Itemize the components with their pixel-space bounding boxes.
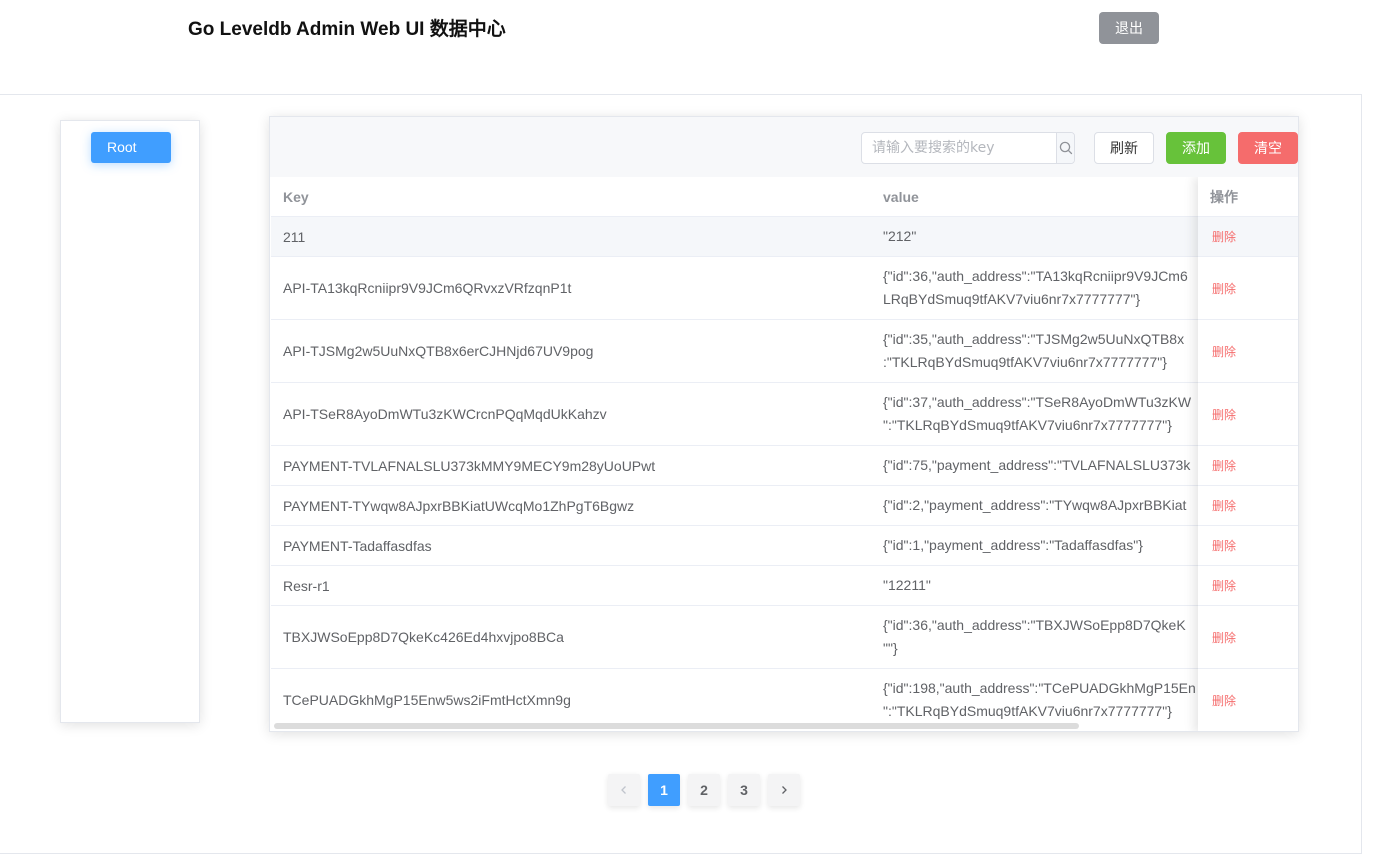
delete-link[interactable]: 删除 <box>1212 629 1236 646</box>
data-table: Key value 211 "212" API-TA13kqRcniipr9V9JC… <box>271 177 1298 731</box>
value-cell: {"id":1,"payment_address":"Tadaffasdfas"… <box>883 526 1201 565</box>
value-line: {"id":37,"auth_address":"TSeR8AyoDmWTu3z… <box>883 394 1192 410</box>
value-cell: {"id":198,"auth_address":"TCePUADGkhMgP1… <box>883 669 1201 731</box>
value-line: :"TKLRqBYdSmuq9tfAKV7viu6nr7x7777777"} <box>883 354 1167 370</box>
value-cell: {"id":2,"payment_address":"TYwqw8AJpxrBB… <box>883 486 1201 525</box>
action-cell: 删除 <box>1198 606 1298 669</box>
value-line: {"id":36,"auth_address":"TA13kqRcniipr9V… <box>883 268 1188 284</box>
value-cell: {"id":37,"auth_address":"TSeR8AyoDmWTu3z… <box>883 383 1201 445</box>
value-cell: {"id":36,"auth_address":"TA13kqRcniipr9V… <box>883 257 1201 319</box>
value-cell: {"id":75,"payment_address":"TVLAFNALSLU3… <box>883 446 1201 485</box>
prev-page-button[interactable] <box>608 774 640 806</box>
table-row: PAYMENT-Tadaffasdfas {"id":1,"payment_add… <box>271 526 1298 566</box>
value-line: {"id":198,"auth_address":"TCePUADGkhMgP1… <box>883 680 1196 696</box>
page-button-1[interactable]: 1 <box>648 774 680 806</box>
search-input[interactable] <box>862 133 1056 163</box>
add-button[interactable]: 添加 <box>1166 132 1226 164</box>
horizontal-scrollbar[interactable] <box>274 723 1079 729</box>
action-cell: 删除 <box>1198 669 1298 731</box>
value-line: {"id":1,"payment_address":"Tadaffasdfas"… <box>883 537 1143 553</box>
action-cell: 删除 <box>1198 486 1298 526</box>
chevron-right-icon <box>782 786 787 794</box>
data-panel: 刷新 添加 清空 Key value 211 "212" API-TA13kqRcn… <box>269 116 1299 732</box>
value-line: {"id":36,"auth_address":"TBXJWSoEpp8D7Qk… <box>883 617 1186 633</box>
key-cell: Resr-r1 <box>283 577 330 594</box>
page-button-2[interactable]: 2 <box>688 774 720 806</box>
key-cell: PAYMENT-TYwqw8AJpxrBBKiatUWcqMo1ZhPgT6Bg… <box>283 497 635 514</box>
delete-link[interactable]: 删除 <box>1212 497 1236 514</box>
table-row: PAYMENT-TVLAFNALSLU373kMMY9MECY9m28yUoUP… <box>271 446 1298 486</box>
value-cell: {"id":36,"auth_address":"TBXJWSoEpp8D7Qk… <box>883 606 1201 668</box>
column-header-value: value <box>883 189 919 205</box>
app-title: Go Leveldb Admin Web UI 数据中心 <box>188 19 506 40</box>
value-line: {"id":2,"payment_address":"TYwqw8AJpxrBB… <box>883 497 1187 513</box>
value-line: {"id":35,"auth_address":"TJSMg2w5UuNxQTB… <box>883 331 1185 347</box>
chevron-left-icon <box>621 786 626 794</box>
table-row: API-TSeR8AyoDmWTu3zKWCrcnPQqMqdUkKahzv {"… <box>271 383 1298 446</box>
table-row: PAYMENT-TYwqw8AJpxrBBKiatUWcqMo1ZhPgT6Bg… <box>271 486 1298 526</box>
action-cell: 删除 <box>1198 320 1298 383</box>
action-cell: 删除 <box>1198 383 1298 446</box>
table-row: API-TJSMg2w5UuNxQTB8x6erCJHNjd67UV9pog {"… <box>271 320 1298 383</box>
search-icon <box>1059 141 1072 155</box>
refresh-button[interactable]: 刷新 <box>1094 132 1154 164</box>
table-row: API-TA13kqRcniipr9V9JCm6QRvxzVRfzqnP1t {"… <box>271 257 1298 320</box>
action-cell: 删除 <box>1198 526 1298 566</box>
pagination: 1 2 3 <box>608 774 800 806</box>
delete-link[interactable]: 删除 <box>1212 280 1236 297</box>
action-cell: 删除 <box>1198 446 1298 486</box>
key-cell: API-TSeR8AyoDmWTu3zKWCrcnPQqMqdUkKahzv <box>283 406 607 422</box>
clear-button[interactable]: 清空 <box>1238 132 1298 164</box>
search-button[interactable] <box>1056 133 1074 163</box>
key-cell: PAYMENT-TVLAFNALSLU373kMMY9MECY9m28yUoUP… <box>283 457 656 474</box>
delete-link[interactable]: 删除 <box>1212 228 1236 245</box>
value-line: "212" <box>883 228 917 244</box>
key-cell: API-TA13kqRcniipr9V9JCm6QRvxzVRfzqnP1t <box>283 280 572 296</box>
table-row: TBXJWSoEpp8D7QkeKc426Ed4hxvjpo8BCa {"id":… <box>271 606 1298 669</box>
column-header-action: 操作 <box>1198 177 1298 217</box>
delete-link[interactable]: 删除 <box>1212 343 1236 360</box>
value-cell: "12211" <box>883 566 1201 605</box>
value-line: ":"TKLRqBYdSmuq9tfAKV7viu6nr7x7777777"} <box>883 703 1172 719</box>
delete-link[interactable]: 删除 <box>1212 577 1236 594</box>
sidebar: Root <box>60 120 200 723</box>
action-cell: 删除 <box>1198 566 1298 606</box>
value-cell: {"id":35,"auth_address":"TJSMg2w5UuNxQTB… <box>883 320 1201 382</box>
delete-link[interactable]: 删除 <box>1212 692 1236 709</box>
action-column: 操作 删除 删除 删除 删除 删除 删除 删除 删除 删除 删除 <box>1198 177 1298 731</box>
search-box <box>861 132 1075 164</box>
action-cell: 删除 <box>1198 217 1298 257</box>
key-cell: PAYMENT-Tadaffasdfas <box>283 537 432 554</box>
value-cell: "212" <box>883 217 1201 256</box>
delete-link[interactable]: 删除 <box>1212 537 1236 554</box>
key-cell: API-TJSMg2w5UuNxQTB8x6erCJHNjd67UV9pog <box>283 343 594 359</box>
table-header: Key value <box>271 177 1298 217</box>
logout-button[interactable]: 退出 <box>1099 12 1159 44</box>
delete-link[interactable]: 删除 <box>1212 457 1236 474</box>
root-tree-node[interactable]: Root <box>91 132 171 163</box>
key-cell: TBXJWSoEpp8D7QkeKc426Ed4hxvjpo8BCa <box>283 629 564 645</box>
next-page-button[interactable] <box>768 774 800 806</box>
table-row: Resr-r1 "12211" <box>271 566 1298 606</box>
value-line: ":"TKLRqBYdSmuq9tfAKV7viu6nr7x7777777"} <box>883 417 1172 433</box>
value-line: "12211" <box>883 577 931 593</box>
table-row: 211 "212" <box>271 217 1298 257</box>
key-cell: TCePUADGkhMgP15Enw5ws2iFmtHctXmn9g <box>283 692 571 708</box>
page-button-3[interactable]: 3 <box>728 774 760 806</box>
delete-link[interactable]: 删除 <box>1212 406 1236 423</box>
value-line: LRqBYdSmuq9tfAKV7viu6nr7x7777777"} <box>883 291 1141 307</box>
column-header-key: Key <box>283 189 309 205</box>
app-header: Go Leveldb Admin Web UI 数据中心 退出 <box>0 0 1376 94</box>
key-cell: 211 <box>283 228 306 245</box>
value-line: ""} <box>883 640 898 656</box>
value-line: {"id":75,"payment_address":"TVLAFNALSLU3… <box>883 457 1191 473</box>
action-cell: 删除 <box>1198 257 1298 320</box>
